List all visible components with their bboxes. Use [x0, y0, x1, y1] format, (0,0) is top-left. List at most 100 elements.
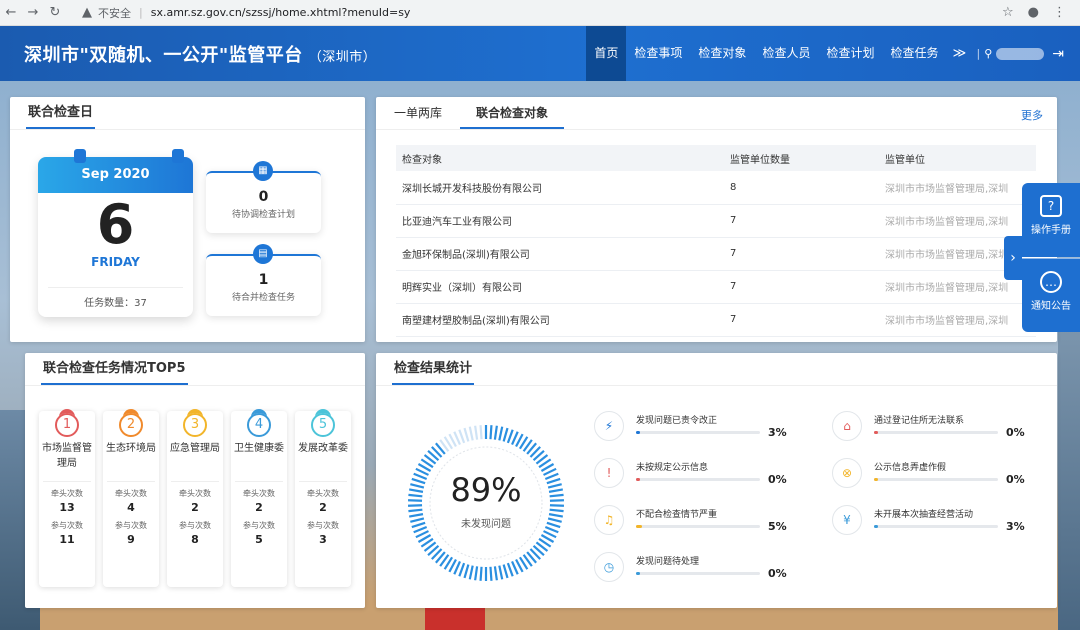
no-business-icon: ¥ [832, 505, 862, 535]
tab-one-list-two-libs[interactable]: 一单两库 [392, 97, 460, 129]
join-label: 参与次数 [115, 521, 147, 530]
table-row[interactable]: 深圳长城开发科技股份有限公司 8 深圳市市场监督管理局,深圳 [396, 171, 1036, 205]
gauge: 89% 未发现问题 [406, 423, 566, 583]
result-bar-fill [874, 431, 878, 434]
result-stat: ! 未按规定公示信息 0% [594, 458, 787, 502]
tab-joint-objects[interactable]: 联合检查对象 [460, 97, 565, 129]
join-count: 8 [191, 533, 199, 546]
panel-title: 联合检查任务情况TOP5 [41, 353, 188, 385]
result-bar [874, 478, 998, 481]
user-name-blurred [996, 47, 1045, 60]
chat-icon: … [1040, 271, 1062, 293]
medal-icon: 3 [183, 413, 207, 437]
nav-home[interactable]: 首页 [586, 26, 627, 81]
result-bar [874, 431, 998, 434]
result-bar-fill [636, 525, 643, 528]
lead-count: 2 [255, 501, 263, 514]
result-value: 3% [1006, 520, 1025, 533]
calendar-weekday: FRIDAY [91, 255, 140, 269]
more-link[interactable]: 更多 [1021, 107, 1043, 123]
calendar-month: Sep 2020 [38, 157, 193, 193]
top5-card[interactable]: 4 卫生健康委 牵头次数 2 参与次数 5 [231, 411, 287, 587]
lead-count: 2 [319, 501, 327, 514]
result-bar [636, 478, 760, 481]
nav-inspection-plans[interactable]: 检查计划 [818, 26, 882, 81]
top5-card[interactable]: 3 应急管理局 牵头次数 2 参与次数 8 [167, 411, 223, 587]
manual-button[interactable]: ? 操作手册 [1022, 183, 1080, 257]
pending-plan-stat[interactable]: ▦ 0 待协调检查计划 [206, 161, 321, 233]
joint-inspection-day-panel: 联合检查日 Sep 2020 6 FRIDAY 任务数量：37 ▦ 0 待协调检… [10, 97, 365, 342]
result-bar-fill [874, 478, 878, 481]
logout-icon[interactable]: ⇥ [1052, 46, 1064, 62]
profile-icon[interactable]: ● [1028, 5, 1039, 20]
result-label: 不配合检查情节严重 [636, 510, 718, 520]
forward-icon[interactable]: → [22, 5, 44, 20]
pending-merge-stat[interactable]: ▤ 1 待合并检查任务 [206, 244, 321, 316]
lead-label: 牵头次数 [115, 489, 147, 498]
warning-icon: ▲ [82, 5, 92, 20]
result-bar [636, 572, 760, 575]
top5-panel: 联合检查任务情况TOP5 1 市场监督管理局 牵头次数 13 参与次数 11 2 生态环境局牵… [25, 353, 365, 608]
result-bar [636, 431, 760, 434]
calendar-card: Sep 2020 6 FRIDAY 任务数量：37 [38, 157, 193, 317]
top5-card[interactable]: 1 市场监督管理局 牵头次数 13 参与次数 11 [39, 411, 95, 587]
menu-dots-icon[interactable]: ⋮ [1053, 5, 1066, 20]
medal-icon: 2 [119, 413, 143, 437]
department-name: 应急管理局 [170, 443, 220, 454]
address-bar[interactable]: ▲ 不安全 | sx.amr.sz.gov.cn/szssj/home.xhtm… [76, 3, 1002, 23]
join-label: 参与次数 [243, 521, 275, 530]
table-row[interactable]: 比亚迪汽车工业有限公司 7 深圳市市场监督管理局,深圳 [396, 204, 1036, 238]
result-value: 0% [768, 473, 787, 486]
calendar-icon: ▦ [253, 161, 273, 181]
col-units: 监管单位 [879, 145, 1036, 171]
bookmark-star-icon[interactable]: ☆ [1002, 5, 1014, 20]
lead-label: 牵头次数 [307, 489, 339, 498]
nav-inspection-objects[interactable]: 检查对象 [690, 26, 754, 81]
result-label: 公示信息弄虚作假 [874, 463, 947, 473]
medal-icon: 1 [55, 413, 79, 437]
notice-button[interactable]: … 通知公告 [1022, 258, 1080, 332]
join-count: 9 [127, 533, 135, 546]
join-label: 参与次数 [307, 521, 339, 530]
result-label: 未开展本次抽查经营活动 [874, 510, 974, 520]
table-row[interactable]: 明辉实业（深圳）有限公司 7 深圳市市场监督管理局,深圳 [396, 270, 1036, 304]
results-panel: 检查结果统计 89% 未发现问题 ⚡ 发现问题已责令改正 3% ⌂ 通过登记住所无法联系… [376, 353, 1057, 608]
panel-title: 联合检查日 [26, 97, 96, 129]
join-count: 3 [319, 533, 327, 546]
home-icon: ⌂ [832, 411, 862, 441]
back-icon[interactable]: ← [0, 5, 22, 20]
objects-table: 检查对象 监管单位数量 监管单位 深圳长城开发科技股份有限公司 8 深圳市市场监督管… [396, 145, 1036, 337]
table-row[interactable]: 金旭环保制品(深圳)有限公司 7 深圳市市场监督管理局,深圳 [396, 237, 1036, 271]
clock-icon: ◷ [594, 552, 624, 582]
result-stat: ⌂ 通过登记住所无法联系 0% [832, 411, 1025, 455]
result-bar-fill [636, 478, 640, 481]
result-value: 5% [768, 520, 787, 533]
collapse-chevron-icon[interactable]: › [1004, 236, 1022, 280]
url-text[interactable]: sx.amr.sz.gov.cn/szssj/home.xhtml?menuId… [151, 6, 411, 19]
result-bar [874, 525, 998, 528]
result-label: 发现问题已责令改正 [636, 416, 718, 426]
document-icon: ▤ [253, 244, 273, 264]
top5-card[interactable]: 5 发展改革委 牵头次数 2 参与次数 3 [295, 411, 351, 587]
result-value: 3% [768, 426, 787, 439]
reload-icon[interactable]: ↻ [44, 5, 66, 20]
result-label: 通过登记住所无法联系 [874, 416, 965, 426]
nav-inspection-tasks[interactable]: 检查任务 [882, 26, 946, 81]
user-icon: ⚲ [984, 47, 993, 60]
joint-objects-panel: 一单两库 联合检查对象 更多 检查对象 监管单位数量 监管单位 深圳长城开发科技… [376, 97, 1057, 342]
result-stat: ♫ 不配合检查情节严重 5% [594, 505, 787, 549]
table-row[interactable]: 南塑建材塑胶制品(深圳)有限公司 7 深圳市市场监督管理局,深圳 [396, 303, 1036, 337]
department-name: 市场监督管理局 [42, 443, 92, 469]
nav-inspectors[interactable]: 检查人员 [754, 26, 818, 81]
browser-toolbar: ← → ↻ ▲ 不安全 | sx.amr.sz.gov.cn/szssj/hom… [0, 0, 1080, 26]
join-label: 参与次数 [179, 521, 211, 530]
gauge-value: 89% [450, 471, 522, 509]
result-bar [636, 525, 760, 528]
nav-inspection-items[interactable]: 检查事项 [626, 26, 690, 81]
nav-more-icon[interactable]: ≫ [946, 46, 972, 61]
department-name: 发展改革委 [298, 443, 348, 454]
app-subtitle: （深圳市） [308, 49, 377, 65]
result-label: 发现问题待处理 [636, 557, 700, 567]
top5-card[interactable]: 2 生态环境局 牵头次数 4 参与次数 9 [103, 411, 159, 587]
user-menu[interactable]: ⚲ [984, 47, 1045, 60]
